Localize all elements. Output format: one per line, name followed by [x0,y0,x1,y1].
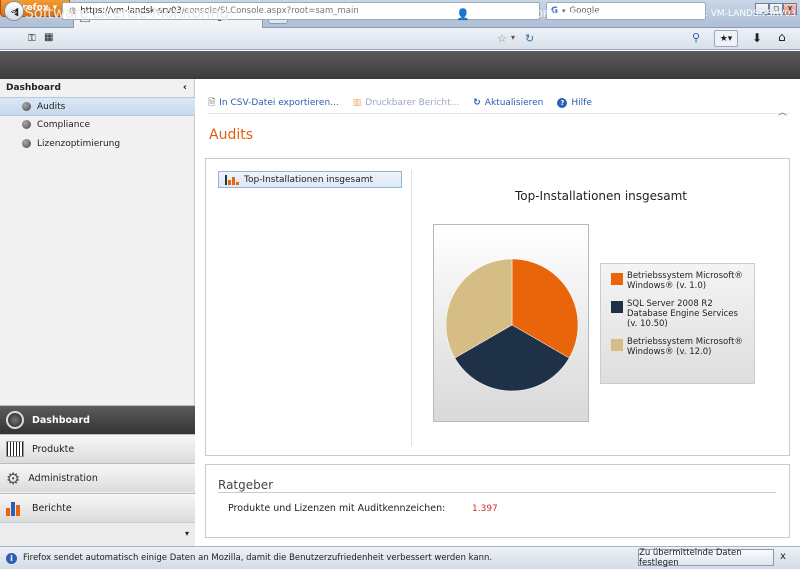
nav-section-berichte[interactable]: Berichte [0,493,195,522]
legend-item: Betriebssystem Microsoft® Windows® (v. 1… [611,271,748,291]
audit-flag-label: Produkte und Lizenzen mit Auditkennzeich… [228,503,446,514]
bar-chart-icon [225,174,239,185]
bookmarks-menu-button[interactable]: ★▾ [714,30,738,47]
reload-icon[interactable]: ↻ [525,32,534,45]
star-bookmark-icon[interactable]: ☆ [497,32,507,45]
app-header [0,51,800,79]
nav-section-label: Administration [28,472,98,484]
chart-selector-top-installations[interactable]: Top-Installationen insgesamt [218,171,402,188]
close-icon: x [780,551,786,562]
report-chart-icon [6,500,24,516]
compliance-icon [22,120,31,129]
nav-section-label: Dashboard [32,414,90,426]
home-icon[interactable]: ⌂ [778,30,786,44]
nav-section-label: Produkte [32,443,75,455]
help-link[interactable]: ? Hilfe [557,98,592,108]
sidebar-item-label: Lizenzoptimierung [37,138,121,149]
sidebar-item-label: Compliance [37,119,90,130]
history-dropdown-icon[interactable]: ▾ [511,33,515,42]
collapse-chevron-icon[interactable]: ‹ [183,82,187,93]
sidebar-header: Dashboard ‹ [0,79,195,96]
welcome-user: 👤 Willkommen, OPS\Administrator [456,8,618,21]
gauge-icon [6,411,24,429]
barcode-icon [6,441,24,457]
sidebar-item-compliance[interactable]: Compliance [0,115,195,134]
more-sections-chevron-icon[interactable]: ▾ [185,529,189,538]
nav-section-administration[interactable]: ⚙ Administration [0,463,195,492]
toolbar-divider [208,113,790,114]
action-toolbar: 🗎 In CSV-Datei exportieren... ▥ Druckbar… [208,96,592,110]
refresh-label: Aktualisieren [484,98,544,108]
info-icon: i [6,552,17,564]
legend-item: Betriebssystem Microsoft® Windows® (v. 1… [611,337,748,357]
legend-swatch [611,273,623,285]
sidebar-header-label: Dashboard [6,82,61,93]
download-icon[interactable]: ⬇ [752,31,762,45]
page-title: Audits [209,127,254,143]
welcome-text: Willkommen, OPS\Administrator [474,9,619,20]
gears-icon: ⚙ [6,468,21,488]
advisor-title: Ratgeber [218,478,274,492]
logo-mark-icon: ⚘ [8,6,19,20]
chart-title: Top-Installationen insgesamt [514,189,688,203]
audits-icon [22,102,31,111]
advisor-panel [205,464,790,538]
legend-swatch [611,301,623,313]
refresh-link[interactable]: ↻ Aktualisieren [473,98,543,108]
chart-legend: Betriebssystem Microsoft® Windows® (v. 1… [600,263,755,384]
nav-section-produkte[interactable]: Produkte [0,434,195,463]
license-optimization-icon [22,139,31,148]
help-label: Hilfe [571,98,592,108]
navigation-bar [0,28,800,50]
toolbar-collapse-icon[interactable]: ︿ [778,105,787,118]
refresh-icon: ↻ [473,98,481,108]
chart-selector-label: Top-Installationen insgesamt [244,174,374,185]
advisor-divider [218,492,776,493]
server-icon: ▤ [624,8,634,19]
sidebar-item-lizenzoptimierung[interactable]: Lizenzoptimierung [0,134,195,153]
help-icon: ? [557,98,568,108]
sidebar: Dashboard ‹ Audits Compliance Lizenzopti… [0,79,195,546]
app-logo-text: Software License Monitoring [24,4,229,22]
legend-label: Betriebssystem Microsoft® Windows® (v. 1… [627,271,743,291]
choose-data-label: Zu übermittelnde Daten festlegen [639,547,742,568]
printable-report-label: Druckbarer Bericht... [365,98,460,108]
report-bars-icon: ▥ [352,98,362,108]
sidebar-item-label: Audits [37,101,66,112]
search-icon[interactable]: ⚲ [692,31,700,44]
nav-section-label: Berichte [32,502,72,514]
sidebar-item-audits[interactable]: Audits [0,97,195,116]
audit-flag-count-link[interactable]: 1.397 [472,504,498,514]
app-logo: ⚘ Software License Monitoring [8,4,229,22]
bookmarks-icon[interactable]: ▦ [44,32,53,43]
choose-data-button[interactable]: Zu übermittelnde Daten festlegen [638,547,774,568]
legend-item: SQL Server 2008 R2 Database Engine Servi… [611,299,748,329]
legend-swatch [611,339,623,351]
export-csv-link[interactable]: 🗎 In CSV-Datei exportieren... [208,95,339,111]
panel-divider [411,170,412,446]
close-notification-button[interactable]: x [780,551,786,562]
connection-status: ▤ Verbunden mit: VM-LANDSK-SRV03 [624,8,796,19]
pie-chart [445,258,579,392]
pie-chart-area [433,224,589,422]
user-icon: 👤 [456,8,470,21]
key-icon[interactable]: ⚿ [28,33,36,44]
sidebar-footer: ▾ [0,522,195,546]
notification-message: Firefox sendet automatisch einige Daten … [23,553,493,563]
nav-section-dashboard[interactable]: Dashboard [0,405,195,434]
legend-label: Betriebssystem Microsoft® Windows® (v. 1… [627,337,743,357]
export-csv-label: In CSV-Datei exportieren... [219,98,339,108]
printable-report-link[interactable]: ▥ Druckbarer Bericht... [353,98,460,108]
export-document-icon: 🗎 [208,98,216,108]
legend-label: SQL Server 2008 R2 Database Engine Servi… [627,299,738,329]
bookmarks-star-icon: ★▾ [719,33,733,44]
connection-text: Verbunden mit: VM-LANDSK-SRV03 [638,8,796,19]
